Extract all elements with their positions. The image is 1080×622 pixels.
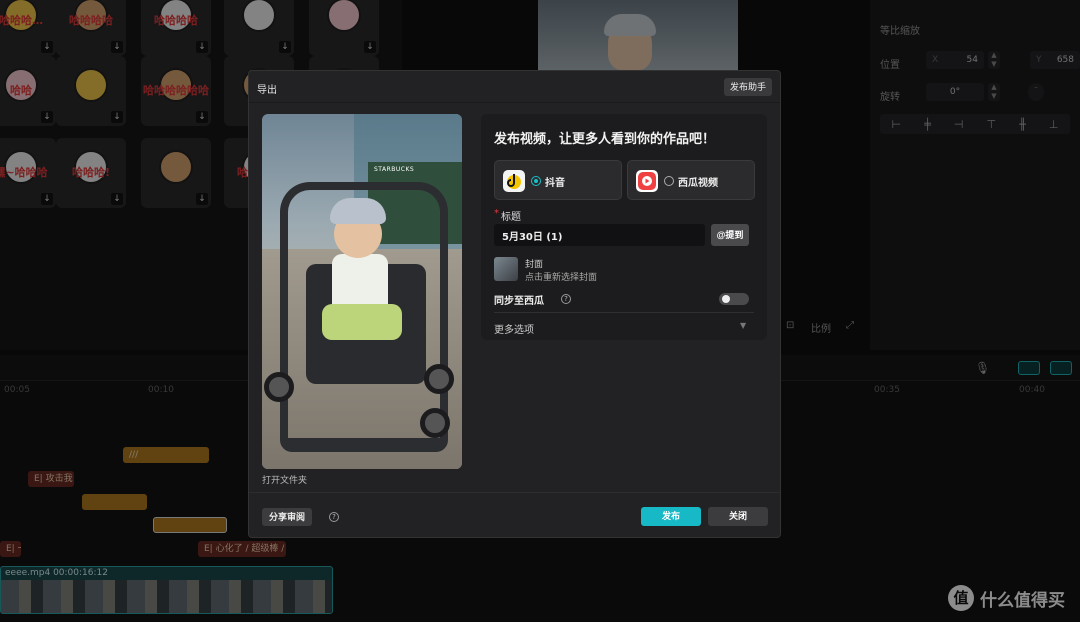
douyin-radio[interactable] xyxy=(531,176,541,186)
baby-legs xyxy=(322,304,402,340)
publish-heading: 发布视频，让更多人看到你的作品吧！ xyxy=(494,132,716,147)
sync-xigua-label: 同步至西瓜 xyxy=(494,296,544,307)
help-icon[interactable]: ? xyxy=(329,512,339,522)
platform-label: 西瓜视频 xyxy=(678,178,718,189)
platform-label: 抖音 xyxy=(545,178,565,189)
publish-form: 发布视频，让更多人看到你的作品吧！ 抖音 西瓜视频 * 标题 @提到 封面 点击… xyxy=(481,114,767,340)
title-input[interactable] xyxy=(494,224,705,246)
cover-reselect-link[interactable]: 点击重新选择封面 xyxy=(525,270,597,283)
baby-hat xyxy=(330,198,386,224)
publish-assistant-button[interactable]: 发布助手 xyxy=(723,78,772,96)
xigua-radio[interactable] xyxy=(664,176,674,186)
cover-thumbnail[interactable] xyxy=(494,257,518,281)
dialog-title: 导出 xyxy=(257,85,277,96)
video-cover-preview: STARBUCKS xyxy=(262,114,462,469)
stroller-wheel xyxy=(264,372,294,402)
mention-button[interactable]: @提到 xyxy=(711,224,749,246)
publish-button[interactable]: 发布 xyxy=(641,507,701,526)
required-star-icon: * xyxy=(494,208,499,219)
close-button[interactable]: 关闭 xyxy=(708,507,768,526)
open-folder-link[interactable]: 打开文件夹 xyxy=(262,473,307,486)
stroller-wheel xyxy=(420,408,450,438)
sync-xigua-toggle[interactable] xyxy=(719,293,749,305)
divider xyxy=(249,492,780,493)
xigua-logo-icon xyxy=(636,170,658,192)
chevron-down-icon[interactable]: ▼ xyxy=(740,321,746,330)
share-review-button[interactable]: 分享审阅 xyxy=(262,508,313,526)
export-dialog: 导出 发布助手 STARBUCKS 打开文件夹 发布视频，让更多人看到你的作品吧… xyxy=(248,70,781,538)
cover-label: 封面 xyxy=(525,260,544,270)
help-icon[interactable]: ? xyxy=(561,294,571,304)
toggle-knob xyxy=(722,295,730,303)
storefront-sign: STARBUCKS xyxy=(374,166,415,173)
stroller-wheel xyxy=(424,364,454,394)
platform-option-xigua[interactable]: 西瓜视频 xyxy=(627,160,755,200)
title-label: 标题 xyxy=(501,212,521,223)
divider xyxy=(494,312,754,313)
platform-option-douyin[interactable]: 抖音 xyxy=(494,160,622,200)
dialog-header: 导出 发布助手 xyxy=(249,71,780,103)
more-options-toggle[interactable]: 更多选项 xyxy=(494,321,534,336)
douyin-logo-icon xyxy=(503,170,525,192)
